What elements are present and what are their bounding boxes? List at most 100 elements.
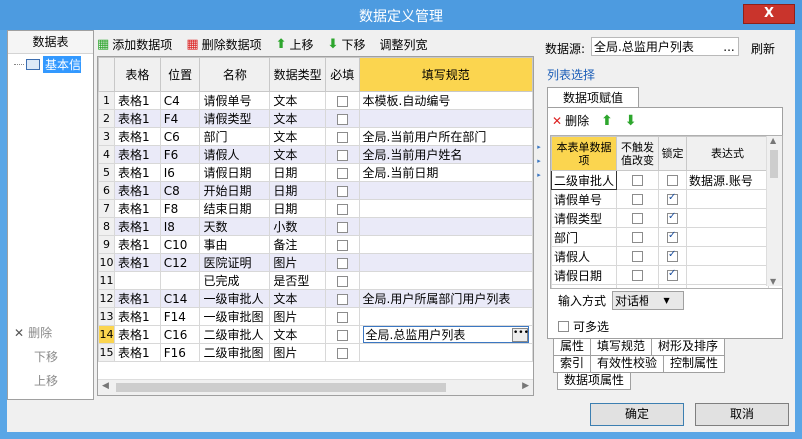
required-checkbox[interactable] [336, 149, 348, 161]
table-row[interactable]: 8 表格1 I8 天数 小数 [98, 217, 533, 236]
cell-position[interactable]: C14 [159, 289, 201, 308]
table-row[interactable]: 7 表格1 F8 结束日期 日期 [98, 199, 533, 218]
row-number[interactable]: 9 [98, 235, 115, 254]
cell-position[interactable]: C6 [159, 127, 201, 146]
move-table-up-button[interactable]: 上移 [8, 369, 95, 393]
required-checkbox[interactable] [336, 113, 348, 125]
more-icon[interactable]: ••• [512, 327, 529, 342]
multi-select-option[interactable]: 可多选 [558, 318, 609, 335]
table-row[interactable]: 请假类型 [551, 208, 770, 228]
required-checkbox[interactable] [336, 293, 348, 305]
required-checkbox[interactable] [336, 203, 348, 215]
cell-rule[interactable] [358, 271, 533, 290]
row-number[interactable]: 7 [98, 199, 115, 218]
required-checkbox[interactable] [336, 347, 348, 359]
tab-tabs_row1-2[interactable]: 树形及排序 [651, 339, 726, 356]
tab-tabs_row3-0[interactable]: 数据项属性 [557, 373, 632, 390]
cell-table[interactable]: 表格1 [113, 181, 161, 200]
row-number[interactable]: 11 [98, 271, 115, 290]
cell-position[interactable] [159, 271, 201, 290]
table-row[interactable]: 10 表格1 C12 医院证明 图片 [98, 253, 533, 272]
cell-field-name[interactable]: 请假日期 [551, 265, 618, 285]
column-header[interactable]: 必填 [324, 57, 360, 92]
cell-type[interactable]: 备注 [269, 235, 326, 254]
cell-name[interactable]: 天数 [199, 217, 271, 236]
required-checkbox[interactable] [336, 329, 348, 341]
cell-expression[interactable] [686, 265, 770, 285]
column-header[interactable]: 本表单数据项 [551, 136, 618, 171]
table-row[interactable]: 11 已完成 是否型 [98, 271, 533, 290]
rule-edit-field[interactable]: 全局.总监用户列表 ••• [362, 326, 529, 343]
cell-field-name[interactable]: 请假单号 [551, 189, 618, 209]
cell-name[interactable]: 请假类型 [199, 109, 271, 128]
no-change-checkbox[interactable] [632, 232, 644, 243]
list-select-link[interactable]: 列表选择 [547, 66, 595, 83]
cell-name[interactable]: 已完成 [199, 271, 271, 290]
row-number[interactable]: 5 [98, 163, 115, 182]
cell-field-name[interactable]: 请假类型 [551, 208, 618, 228]
cell-type[interactable]: 文本 [269, 127, 326, 146]
remove-item-button[interactable]: ▦ 删除数据项 [186, 36, 261, 53]
table-row[interactable]: 请假单号 [551, 189, 770, 209]
table-row[interactable]: 3 表格1 C6 部门 文本 全局.当前用户所在部门 [98, 127, 533, 146]
cell-name[interactable]: 请假日期 [199, 163, 271, 182]
delete-table-button[interactable]: ✕ 删除 [8, 321, 95, 345]
row-number[interactable]: 4 [98, 145, 115, 164]
cell-position[interactable]: F14 [159, 307, 201, 326]
input-mode-select[interactable]: 对话框选择 ▼ [612, 291, 685, 310]
multi-select-checkbox[interactable] [558, 321, 569, 332]
lock-checkbox[interactable] [667, 192, 679, 205]
cell-expression[interactable] [686, 246, 770, 266]
cell-expression[interactable] [686, 227, 770, 247]
cell-rule[interactable] [358, 343, 533, 362]
cell-position[interactable]: I8 [159, 217, 201, 236]
cell-rule[interactable] [358, 181, 533, 200]
cell-name[interactable]: 开始日期 [199, 181, 271, 200]
cell-expression[interactable] [686, 208, 770, 228]
column-header[interactable]: 填写规范 [358, 57, 533, 92]
cell-position[interactable]: C8 [159, 181, 201, 200]
row-number[interactable]: 12 [98, 289, 115, 308]
column-header[interactable]: 表达式 [686, 136, 770, 171]
row-number[interactable]: 6 [98, 181, 115, 200]
table-row[interactable]: 部门 [551, 227, 770, 247]
column-header[interactable]: 名称 [199, 57, 271, 92]
datasource-field[interactable]: 全局.总监用户列表 ... [591, 37, 739, 56]
adjust-columns-button[interactable]: 调整列宽 [379, 36, 427, 53]
cell-position[interactable]: F16 [159, 343, 201, 362]
cell-position[interactable]: C4 [159, 91, 201, 110]
cell-table[interactable]: 表格1 [113, 289, 161, 308]
cell-table[interactable]: 表格1 [113, 235, 161, 254]
table-row[interactable]: 请假日期 [551, 265, 770, 285]
scroll-right-icon[interactable]: ▶ [522, 381, 529, 391]
cell-type[interactable]: 图片 [269, 343, 326, 362]
cell-table[interactable]: 表格1 [113, 199, 161, 218]
cell-position[interactable]: C10 [159, 235, 201, 254]
cell-position[interactable]: F4 [159, 109, 201, 128]
cell-table[interactable]: 表格1 [113, 217, 161, 236]
cell-name[interactable]: 请假单号 [199, 91, 271, 110]
vertical-scrollbar[interactable]: ▲ ▼ [766, 136, 782, 286]
cell-field-name[interactable]: 部门 [551, 227, 618, 247]
cell-table[interactable]: 表格1 [113, 109, 161, 128]
cell-rule[interactable]: 全局.当前用户所在部门 [358, 127, 533, 146]
cell-name[interactable]: 结束日期 [199, 199, 271, 218]
cell-type[interactable]: 日期 [269, 199, 326, 218]
row-number[interactable]: 10 [98, 253, 115, 272]
cell-type[interactable]: 日期 [269, 181, 326, 200]
cell-name[interactable]: 二级审批图 [199, 343, 271, 362]
cell-rule[interactable]: 本模板.自动编号 [358, 91, 533, 110]
cell-rule[interactable]: 全局.当前日期 [358, 163, 533, 182]
cell-type[interactable]: 文本 [269, 91, 326, 110]
cell-field-name[interactable]: 请假人 [551, 246, 618, 266]
cell-position[interactable]: F6 [159, 145, 201, 164]
required-checkbox[interactable] [336, 275, 348, 287]
cell-rule[interactable] [358, 199, 533, 218]
cell-name[interactable]: 一级审批人 [199, 289, 271, 308]
cell-name[interactable]: 二级审批人 [199, 325, 271, 344]
scroll-thumb[interactable] [770, 150, 778, 178]
row-number[interactable]: 1 [98, 91, 115, 110]
required-checkbox[interactable] [336, 221, 348, 233]
cell-table[interactable]: 表格1 [113, 307, 161, 326]
browse-button[interactable]: ... [720, 40, 738, 54]
